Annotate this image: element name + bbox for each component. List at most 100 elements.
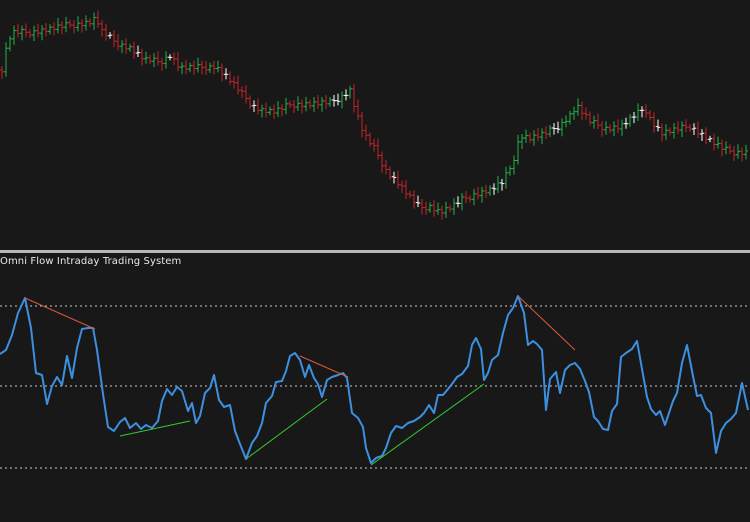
price-bar: [724, 141, 728, 155]
price-bar: [384, 159, 388, 175]
price-bar: [372, 138, 376, 152]
price-bar: [0, 66, 4, 79]
price-bar: [24, 23, 28, 38]
price-bar: [404, 180, 408, 199]
price-bar: [204, 61, 208, 75]
price-bar: [648, 110, 652, 121]
price-bar: [704, 127, 708, 145]
price-bar: [168, 54, 172, 61]
price-bar: [640, 106, 644, 118]
price-bar: [556, 121, 560, 134]
indicator-pane[interactable]: Omni Flow Intraday Trading System: [0, 253, 750, 522]
price-bar: [140, 48, 144, 66]
price-chart: [0, 10, 748, 220]
price-bar: [296, 96, 300, 111]
price-bar: [32, 25, 36, 41]
price-bar: [280, 104, 284, 117]
price-bar: [568, 110, 572, 125]
price-bar: [192, 60, 196, 75]
price-bar: [244, 85, 248, 104]
price-bar: [324, 95, 328, 109]
price-bar: [644, 104, 648, 118]
price-bar: [740, 147, 744, 162]
price-bar: [496, 175, 500, 193]
price-chart-pane[interactable]: [0, 0, 750, 250]
price-bar: [212, 60, 216, 75]
price-bar: [328, 97, 332, 107]
price-bar: [396, 170, 400, 189]
bullish-divergence-line: [370, 383, 485, 466]
price-bar: [120, 40, 124, 54]
price-bar: [744, 144, 748, 160]
price-bar: [224, 68, 228, 80]
price-bar: [516, 134, 520, 165]
price-bar: [700, 129, 704, 141]
price-bar: [392, 171, 396, 184]
price-bar: [680, 121, 684, 138]
price-bar: [64, 16, 68, 33]
price-bar: [420, 199, 424, 215]
price-bar: [132, 41, 136, 59]
price-bar: [340, 91, 344, 109]
price-bar: [208, 62, 212, 73]
price-bar: [656, 119, 660, 132]
price-bar: [448, 204, 452, 213]
price-bar: [492, 183, 496, 195]
price-bar: [588, 111, 592, 126]
price-bar: [300, 99, 304, 114]
price-bar: [256, 98, 260, 115]
price-bar: [464, 191, 468, 204]
price-bar: [92, 12, 96, 30]
price-bar: [28, 29, 32, 38]
price-bar: [668, 127, 672, 136]
price-bar: [604, 121, 608, 135]
price-bar: [476, 186, 480, 200]
price-bar: [676, 121, 680, 135]
price-bar: [508, 165, 512, 176]
price-bar: [240, 86, 244, 99]
price-bar: [20, 25, 24, 41]
price-bar: [88, 18, 92, 27]
price-bar: [180, 62, 184, 75]
price-bar: [536, 128, 540, 142]
price-bar: [284, 97, 288, 115]
price-bar: [116, 34, 120, 51]
price-bar: [660, 123, 664, 142]
price-bar: [368, 132, 372, 147]
price-bar: [84, 15, 88, 31]
price-bar: [628, 114, 632, 127]
price-bar: [528, 132, 532, 143]
price-bar: [252, 100, 256, 112]
price-bar: [424, 201, 428, 215]
price-bar: [272, 104, 276, 120]
price-bar: [232, 76, 236, 89]
price-bar: [380, 151, 384, 173]
price-bar: [408, 190, 412, 199]
price-bar: [708, 135, 712, 143]
price-bar: [316, 95, 320, 109]
price-bar: [108, 32, 112, 39]
price-bar: [440, 205, 444, 220]
price-bar: [148, 54, 152, 65]
price-bar: [524, 129, 528, 143]
price-bar: [532, 130, 536, 146]
price-bar: [716, 136, 720, 149]
price-bar: [388, 166, 392, 180]
price-bar: [564, 115, 568, 128]
price-bar: [432, 200, 436, 217]
price-bar: [540, 128, 544, 145]
price-bar: [288, 100, 292, 108]
bullish-divergence-line: [245, 398, 328, 460]
price-bar: [696, 121, 700, 138]
price-bar: [672, 123, 676, 139]
price-bar: [144, 51, 148, 64]
price-bar: [248, 95, 252, 109]
oscillator-chart: [0, 295, 750, 469]
price-bar: [124, 38, 128, 54]
price-bar: [184, 60, 188, 75]
price-bar: [176, 52, 180, 72]
price-bar: [488, 185, 492, 196]
price-bar: [260, 104, 264, 118]
price-bar: [60, 21, 64, 35]
price-bar: [728, 144, 732, 155]
